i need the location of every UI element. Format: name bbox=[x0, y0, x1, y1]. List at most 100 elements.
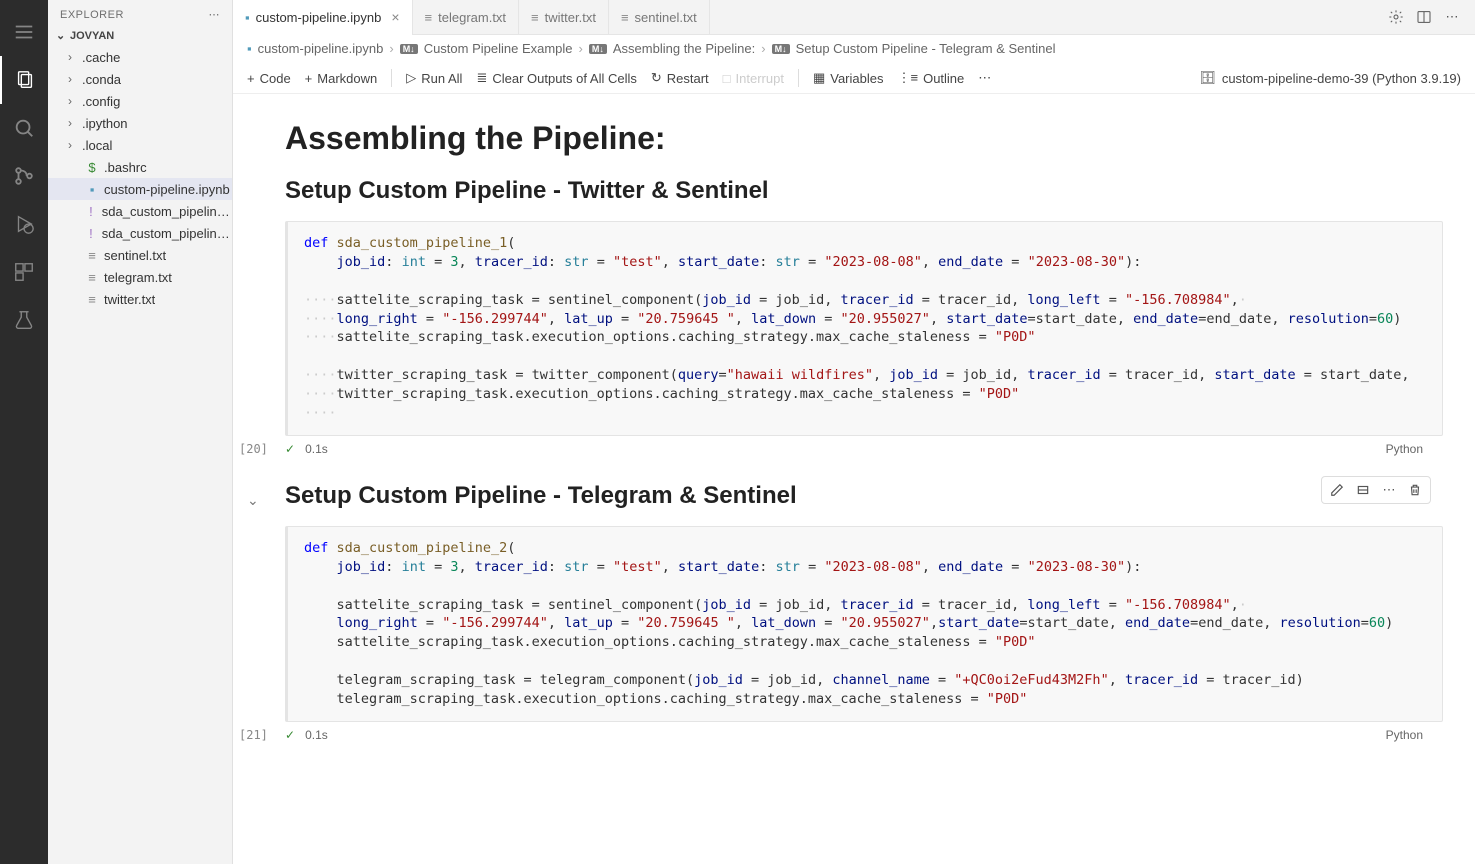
code-content[interactable]: def sda_custom_pipeline_1( job_id: int =… bbox=[285, 221, 1443, 436]
outline-button[interactable]: ⋮≡Outline bbox=[897, 70, 964, 86]
server-icon: 🗄 bbox=[1199, 70, 1216, 86]
editor-tabs: ▪custom-pipeline.ipynb×≡telegram.txt≡twi… bbox=[233, 0, 1475, 35]
text-file-icon: ≡ bbox=[531, 10, 539, 25]
code-cell[interactable]: def sda_custom_pipeline_2( job_id: int =… bbox=[233, 526, 1455, 748]
menu-icon[interactable] bbox=[0, 8, 48, 56]
add-code-button[interactable]: +Code bbox=[247, 71, 291, 86]
edit-icon[interactable] bbox=[1327, 480, 1347, 500]
file-type-icon: ≡ bbox=[84, 292, 100, 307]
file-type-icon: $ bbox=[84, 160, 100, 175]
cell-language[interactable]: Python bbox=[1386, 728, 1423, 742]
tree-file[interactable]: $.bashrc bbox=[48, 156, 232, 178]
settings-gear-icon[interactable] bbox=[1387, 8, 1405, 26]
add-markdown-button[interactable]: +Markdown bbox=[305, 71, 378, 86]
execution-count: [20] bbox=[239, 442, 268, 456]
interrupt-icon: □ bbox=[723, 71, 731, 86]
chevron-right-icon: › bbox=[68, 94, 82, 108]
run-debug-icon[interactable] bbox=[0, 200, 48, 248]
exec-time: 0.1s bbox=[305, 442, 328, 456]
text-file-icon: ≡ bbox=[621, 10, 629, 25]
tree-file[interactable]: ▪custom-pipeline.ipynb bbox=[48, 178, 232, 200]
tree-file[interactable]: ≡sentinel.txt bbox=[48, 244, 232, 266]
success-check-icon: ✓ bbox=[285, 728, 295, 742]
clear-outputs-button[interactable]: ≣Clear Outputs of All Cells bbox=[476, 70, 636, 86]
close-icon[interactable]: × bbox=[391, 9, 399, 25]
execution-count: [21] bbox=[239, 728, 268, 742]
editor-tab[interactable]: ≡twitter.txt bbox=[519, 0, 609, 35]
extensions-icon[interactable] bbox=[0, 248, 48, 296]
more-actions-icon[interactable]: ⋯ bbox=[1443, 8, 1461, 26]
chevron-right-icon: › bbox=[761, 41, 765, 56]
chevron-right-icon: › bbox=[68, 116, 82, 130]
split-cell-icon[interactable] bbox=[1353, 480, 1373, 500]
tree-file[interactable]: ≡telegram.txt bbox=[48, 266, 232, 288]
tree-folder[interactable]: ›.conda bbox=[48, 68, 232, 90]
run-all-icon: ▷ bbox=[406, 70, 416, 86]
markdown-cell[interactable]: Setup Custom Pipeline - Twitter & Sentin… bbox=[233, 177, 1455, 205]
code-cell[interactable]: def sda_custom_pipeline_1( job_id: int =… bbox=[233, 221, 1455, 462]
more-icon[interactable]: ⋯ bbox=[978, 70, 991, 86]
heading-2: Setup Custom Pipeline - Twitter & Sentin… bbox=[285, 177, 1455, 205]
text-file-icon: ≡ bbox=[425, 10, 433, 25]
explorer-title: EXPLORER bbox=[60, 9, 124, 21]
code-content[interactable]: def sda_custom_pipeline_2( job_id: int =… bbox=[285, 526, 1443, 722]
interrupt-button: □Interrupt bbox=[723, 71, 784, 86]
markdown-badge: M↓ bbox=[772, 44, 790, 54]
split-editor-icon[interactable] bbox=[1415, 8, 1433, 26]
kernel-selector[interactable]: 🗄custom-pipeline-demo-39 (Python 3.9.19) bbox=[1199, 70, 1461, 86]
search-icon[interactable] bbox=[0, 104, 48, 152]
notebook-icon: ▪ bbox=[245, 10, 250, 25]
outline-icon: ⋮≡ bbox=[897, 70, 918, 86]
markdown-cell[interactable]: Assembling the Pipeline: bbox=[233, 120, 1455, 157]
success-check-icon: ✓ bbox=[285, 442, 295, 456]
tree-folder[interactable]: ›.ipython bbox=[48, 112, 232, 134]
notebook-toolbar: +Code +Markdown ▷Run All ≣Clear Outputs … bbox=[233, 63, 1475, 94]
editor-tab[interactable]: ≡sentinel.txt bbox=[609, 0, 710, 35]
heading-2: Setup Custom Pipeline - Telegram & Senti… bbox=[285, 482, 1455, 510]
breadcrumb[interactable]: ▪ custom-pipeline.ipynb › M↓ Custom Pipe… bbox=[233, 35, 1475, 63]
root-folder[interactable]: ⌄ JOVYAN bbox=[48, 25, 232, 46]
exec-time: 0.1s bbox=[305, 728, 328, 742]
cell-toolbar: ⋯ bbox=[1321, 476, 1431, 504]
source-control-icon[interactable] bbox=[0, 152, 48, 200]
beaker-icon[interactable] bbox=[0, 296, 48, 344]
editor-tab[interactable]: ▪custom-pipeline.ipynb× bbox=[233, 0, 413, 35]
tree-file[interactable]: !sda_custom_pipeline_2.... bbox=[48, 222, 232, 244]
explorer-icon[interactable] bbox=[0, 56, 48, 104]
file-type-icon: ≡ bbox=[84, 248, 100, 263]
delete-icon[interactable] bbox=[1405, 480, 1425, 500]
chevron-right-icon: › bbox=[68, 72, 82, 86]
tree-file[interactable]: !sda_custom_pipeline_1.... bbox=[48, 200, 232, 222]
plus-icon: + bbox=[305, 71, 313, 86]
cell-language[interactable]: Python bbox=[1386, 442, 1423, 456]
editor-tab[interactable]: ≡telegram.txt bbox=[413, 0, 520, 35]
tree-folder[interactable]: ›.config bbox=[48, 90, 232, 112]
file-icon: ▪ bbox=[247, 41, 252, 56]
variables-button[interactable]: ▦Variables bbox=[813, 70, 884, 86]
more-icon[interactable]: ⋯ bbox=[209, 8, 221, 21]
explorer-sidebar: EXPLORER ⋯ ⌄ JOVYAN ›.cache›.conda›.conf… bbox=[48, 0, 233, 864]
chevron-down-icon[interactable]: ⌄ bbox=[247, 492, 259, 509]
file-type-icon: ! bbox=[84, 226, 98, 241]
tree-folder[interactable]: ›.local bbox=[48, 134, 232, 156]
tree-file[interactable]: ≡twitter.txt bbox=[48, 288, 232, 310]
file-type-icon: ! bbox=[84, 204, 98, 219]
heading-1: Assembling the Pipeline: bbox=[285, 120, 1455, 157]
tree-folder[interactable]: ›.cache bbox=[48, 46, 232, 68]
chevron-right-icon: › bbox=[68, 50, 82, 64]
chevron-down-icon: ⌄ bbox=[56, 29, 70, 42]
chevron-right-icon: › bbox=[579, 41, 583, 56]
variables-icon: ▦ bbox=[813, 70, 825, 86]
markdown-cell[interactable]: ⌄ ⋯ Setup Custom Pipeline - Telegram & S… bbox=[233, 482, 1455, 510]
clear-icon: ≣ bbox=[476, 70, 487, 86]
chevron-right-icon: › bbox=[68, 138, 82, 152]
activity-bar bbox=[0, 0, 48, 864]
chevron-right-icon: › bbox=[389, 41, 393, 56]
file-type-icon: ≡ bbox=[84, 270, 100, 285]
more-icon[interactable]: ⋯ bbox=[1379, 480, 1399, 500]
file-type-icon: ▪ bbox=[84, 182, 100, 197]
markdown-badge: M↓ bbox=[589, 44, 607, 54]
restart-button[interactable]: ↻Restart bbox=[651, 70, 709, 86]
run-all-button[interactable]: ▷Run All bbox=[406, 70, 462, 86]
markdown-badge: M↓ bbox=[400, 44, 418, 54]
